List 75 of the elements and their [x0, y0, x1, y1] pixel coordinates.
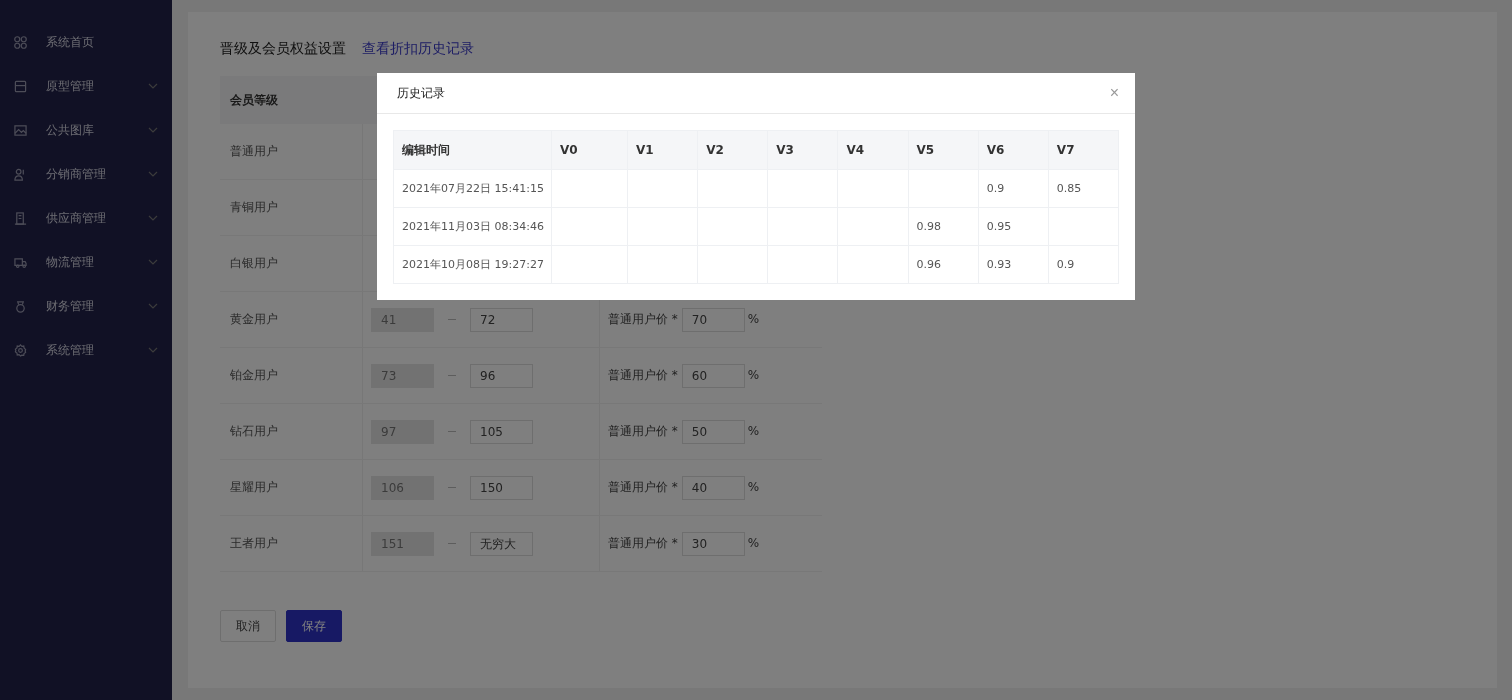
- sidebar-item[interactable]: 系统首页: [0, 20, 172, 64]
- percent-unit: %: [747, 424, 760, 438]
- sidebar-item[interactable]: 供应商管理: [0, 196, 172, 240]
- max-field[interactable]: 无穷大: [470, 531, 533, 556]
- table-cell: 0.96: [908, 245, 979, 284]
- dialog-title: 历史记录: [397, 84, 445, 102]
- member-level: 青铜用户: [230, 200, 278, 214]
- discount-label: 普通用户价 *: [608, 312, 678, 326]
- box-icon: [14, 79, 27, 93]
- table-cell: 0.9: [978, 169, 1049, 208]
- table-cell: 0.9: [1048, 245, 1119, 284]
- sidebar-item[interactable]: 原型管理: [0, 64, 172, 108]
- sidebar-item[interactable]: 分销商管理: [0, 152, 172, 196]
- column-header: 编辑时间: [393, 130, 552, 170]
- percent-unit: %: [747, 368, 760, 382]
- discount-field[interactable]: 70: [681, 307, 745, 332]
- history-link[interactable]: 查看折扣历史记录: [362, 40, 474, 58]
- table-cell: 2021年10月08日 19:27:27: [393, 245, 552, 284]
- discount-label: 普通用户价 *: [608, 480, 678, 494]
- max-field[interactable]: 96: [470, 363, 533, 388]
- max-field[interactable]: 150: [470, 475, 533, 500]
- range-dash: [448, 487, 456, 488]
- sidebar-item[interactable]: 公共图库: [0, 108, 172, 152]
- table-cell: 0.85: [1048, 169, 1119, 208]
- table-cell: 2021年07月22日 15:41:15: [393, 169, 552, 208]
- sidebar-item[interactable]: 财务管理: [0, 284, 172, 328]
- member-level: 铂金用户: [230, 368, 278, 382]
- column-header: V5: [908, 130, 979, 170]
- range-dash: [448, 543, 456, 544]
- column-header: V2: [697, 130, 768, 170]
- discount-label: 普通用户价 *: [608, 368, 678, 382]
- percent-unit: %: [747, 312, 760, 326]
- settings-icon: [14, 343, 27, 357]
- max-field[interactable]: 105: [470, 419, 533, 444]
- percent-unit: %: [747, 480, 760, 494]
- building-icon: [14, 211, 27, 225]
- member-level: 普通用户: [230, 144, 278, 158]
- range-dash: [448, 431, 456, 432]
- table-cell: 0.93: [978, 245, 1049, 284]
- member-level: 星耀用户: [230, 480, 278, 494]
- member-level: 钻石用户: [230, 424, 278, 438]
- grid-icon: [14, 35, 27, 49]
- column-header: V4: [837, 130, 909, 170]
- table-cell: 2021年11月03日 08:34:46: [393, 207, 552, 246]
- table-cell: 0.98: [908, 207, 979, 246]
- column-header: V6: [978, 130, 1049, 170]
- max-field[interactable]: 72: [470, 307, 533, 332]
- cancel-button[interactable]: 取消: [220, 610, 276, 642]
- truck-icon: [14, 255, 27, 269]
- column-header: V7: [1048, 130, 1119, 170]
- save-button[interactable]: 保存: [286, 610, 342, 642]
- column-header: 会员等级: [220, 76, 363, 124]
- range-dash: [448, 319, 456, 320]
- member-level: 黄金用户: [230, 312, 278, 326]
- percent-unit: %: [747, 536, 760, 550]
- image-icon: [14, 123, 27, 137]
- discount-label: 普通用户价 *: [608, 424, 678, 438]
- users-icon: [14, 167, 27, 181]
- member-level: 白银用户: [230, 256, 278, 270]
- sidebar-item[interactable]: 物流管理: [0, 240, 172, 284]
- column-header: V0: [551, 130, 628, 170]
- column-header: V3: [767, 130, 838, 170]
- range-dash: [448, 375, 456, 376]
- column-header: V1: [627, 130, 698, 170]
- discount-field[interactable]: 30: [681, 531, 745, 556]
- table-cell: 0.95: [978, 207, 1049, 246]
- discount-field[interactable]: 60: [681, 363, 745, 388]
- discount-label: 普通用户价 *: [608, 536, 678, 550]
- bag-icon: [14, 299, 27, 313]
- member-level: 王者用户: [230, 536, 278, 550]
- discount-field[interactable]: 40: [681, 475, 745, 500]
- close-button[interactable]: ×: [1109, 84, 1119, 102]
- page-title: 晋级及会员权益设置: [220, 40, 346, 58]
- discount-field[interactable]: 50: [681, 419, 745, 444]
- sidebar-item[interactable]: 系统管理: [0, 328, 172, 372]
